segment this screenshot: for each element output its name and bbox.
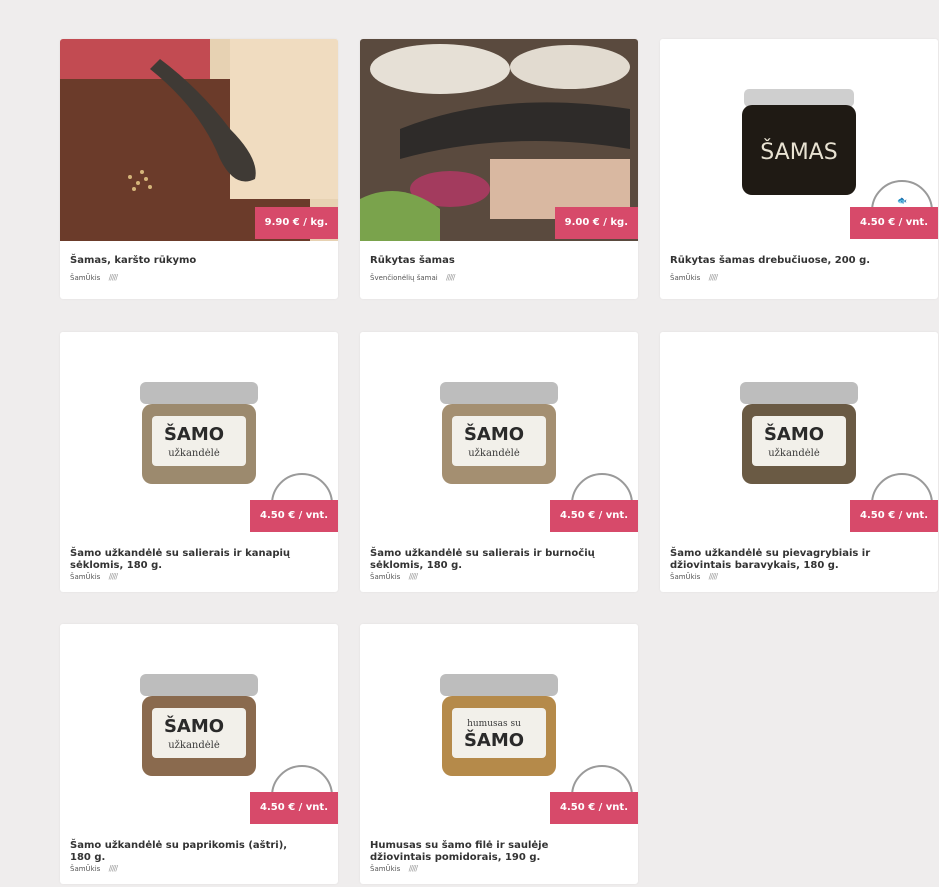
product-title[interactable]: Šamas, karšto rūkymo bbox=[70, 255, 300, 267]
jar-label: ŠAMAS bbox=[760, 139, 837, 165]
jar-sublabel: užkandėlė bbox=[468, 448, 520, 459]
jar-image: ŠAMO užkandėlė bbox=[140, 674, 258, 776]
jar-label: ŠAMO bbox=[164, 715, 224, 737]
product-title[interactable]: Humusas su šamo filė ir saulėje džiovint… bbox=[370, 840, 600, 864]
jar-label: ŠAMO bbox=[464, 729, 524, 751]
price-badge: 9.00 € / kg. bbox=[554, 207, 638, 239]
price-badge: 4.50 € / vnt. bbox=[850, 500, 938, 532]
seller-name[interactable]: ŠamŪkis bbox=[70, 865, 100, 873]
product-meta: ŠamŪkis ///// bbox=[70, 572, 119, 581]
product-title[interactable]: Šamo užkandėlė su paprikomis (aštri), 18… bbox=[70, 840, 300, 864]
jar-image: ŠAMO užkandėlė bbox=[740, 382, 858, 484]
seller-name[interactable]: ŠamŪkis bbox=[670, 573, 700, 581]
price-badge: 4.50 € / vnt. bbox=[250, 792, 338, 824]
jar-sublabel: užkandėlė bbox=[168, 448, 220, 459]
jar-image: ŠAMO užkandėlė bbox=[140, 382, 258, 484]
product-title[interactable]: Šamo užkandėlė su pievagrybiais ir džiov… bbox=[670, 548, 900, 572]
svg-text:🐟: 🐟 bbox=[897, 196, 907, 205]
jar-sublabel: humusas su bbox=[467, 719, 521, 729]
price-badge: 9.90 € / kg. bbox=[254, 207, 338, 239]
seller-name[interactable]: ŠamŪkis bbox=[670, 274, 700, 282]
product-meta: ŠamŪkis ///// bbox=[670, 273, 719, 282]
seller-name[interactable]: ŠamŪkis bbox=[70, 573, 100, 581]
product-meta: ŠamŪkis ///// bbox=[70, 864, 119, 873]
product-grid: 9.90 € / kg. Šamas, karšto rūkymo ŠamŪki… bbox=[0, 0, 939, 887]
jar-sublabel: užkandėlė bbox=[168, 740, 220, 751]
badge-icon bbox=[271, 765, 333, 796]
product-title[interactable]: Šamo užkandėlė su salierais ir kanapių s… bbox=[70, 548, 300, 572]
jar-sublabel: užkandėlė bbox=[768, 448, 820, 459]
jar-image: ŠAMO užkandėlė bbox=[440, 382, 558, 484]
product-title[interactable]: Rūkytas šamas bbox=[370, 255, 600, 267]
rating-stars: ///// bbox=[408, 864, 419, 873]
rating-stars: ///// bbox=[708, 273, 719, 282]
product-meta: ŠamŪkis ///// bbox=[70, 273, 119, 282]
seller-name[interactable]: ŠamŪkis bbox=[70, 274, 100, 282]
product-meta: ŠamŪkis ///// bbox=[670, 572, 719, 581]
badge-icon bbox=[571, 765, 633, 796]
seller-name[interactable]: ŠamŪkis bbox=[370, 865, 400, 873]
product-meta: ŠamŪkis ///// bbox=[370, 864, 419, 873]
price-badge: 4.50 € / vnt. bbox=[550, 500, 638, 532]
badge-icon bbox=[571, 473, 633, 504]
price-badge: 4.50 € / vnt. bbox=[850, 207, 938, 239]
product-card[interactable]: humusas su ŠAMO 4.50 € / vnt. Humusas su… bbox=[360, 624, 638, 884]
product-card[interactable]: 9.90 € / kg. Šamas, karšto rūkymo ŠamŪki… bbox=[60, 39, 338, 299]
product-meta: Švenčionėlių šamai ///// bbox=[370, 273, 456, 282]
product-title[interactable]: Rūkytas šamas drebučiuose, 200 g. bbox=[670, 255, 900, 267]
badge-icon bbox=[871, 473, 933, 504]
seller-name[interactable]: ŠamŪkis bbox=[370, 573, 400, 581]
product-card[interactable]: ŠAMO užkandėlė 4.50 € / vnt. Šamo užkand… bbox=[60, 332, 338, 592]
rating-stars: ///// bbox=[408, 572, 419, 581]
rating-stars: ///// bbox=[445, 273, 456, 282]
price-badge: 4.50 € / vnt. bbox=[250, 500, 338, 532]
badge-icon: 🐟 bbox=[871, 180, 933, 211]
product-card[interactable]: ŠAMAS 🐟 4.50 € / vnt. Rūkytas šamas dreb… bbox=[660, 39, 938, 299]
product-card[interactable]: ŠAMO užkandėlė 4.50 € / vnt. Šamo užkand… bbox=[60, 624, 338, 884]
product-title[interactable]: Šamo užkandėlė su salierais ir burnočių … bbox=[370, 548, 600, 572]
jar-image: humusas su ŠAMO bbox=[440, 674, 558, 776]
jar-label: ŠAMO bbox=[164, 423, 224, 445]
seller-name[interactable]: Švenčionėlių šamai bbox=[370, 274, 438, 282]
product-card[interactable]: ŠAMO užkandėlė 4.50 € / vnt. Šamo užkand… bbox=[360, 332, 638, 592]
price-badge: 4.50 € / vnt. bbox=[550, 792, 638, 824]
jar-image: ŠAMAS bbox=[742, 89, 856, 195]
product-card[interactable]: ŠAMO užkandėlė 4.50 € / vnt. Šamo užkand… bbox=[660, 332, 938, 592]
rating-stars: ///// bbox=[708, 572, 719, 581]
rating-stars: ///// bbox=[108, 572, 119, 581]
badge-icon bbox=[271, 473, 333, 504]
jar-label: ŠAMO bbox=[764, 423, 824, 445]
product-meta: ŠamŪkis ///// bbox=[370, 572, 419, 581]
jar-label: ŠAMO bbox=[464, 423, 524, 445]
product-card[interactable]: 9.00 € / kg. Rūkytas šamas Švenčionėlių … bbox=[360, 39, 638, 299]
rating-stars: ///// bbox=[108, 864, 119, 873]
rating-stars: ///// bbox=[108, 273, 119, 282]
